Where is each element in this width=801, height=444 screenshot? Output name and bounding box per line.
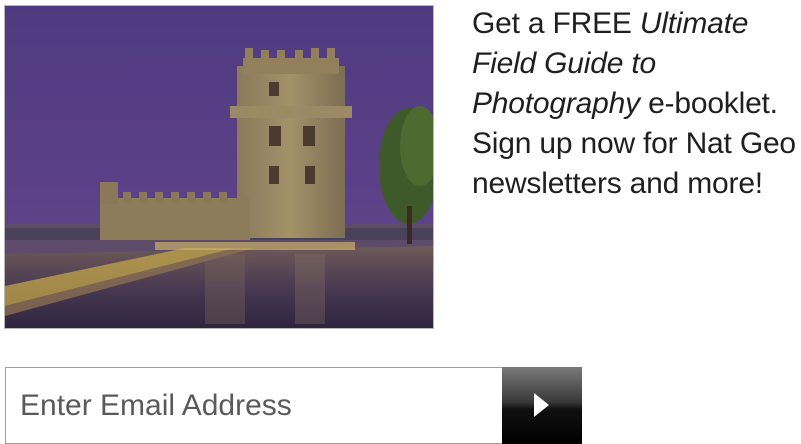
submit-button[interactable] (502, 367, 582, 444)
promo-lead: Get a FREE (472, 7, 640, 40)
promo-photo (4, 5, 434, 329)
play-arrow-icon (534, 393, 549, 417)
newsletter-signup-form (5, 367, 582, 444)
tower-photo-illustration (5, 6, 433, 328)
email-input[interactable] (5, 367, 502, 444)
newsletter-promo-widget: Get a FREE Ultimate Field Guide to Photo… (0, 0, 801, 444)
promo-text: Get a FREE Ultimate Field Guide to Photo… (472, 4, 801, 204)
